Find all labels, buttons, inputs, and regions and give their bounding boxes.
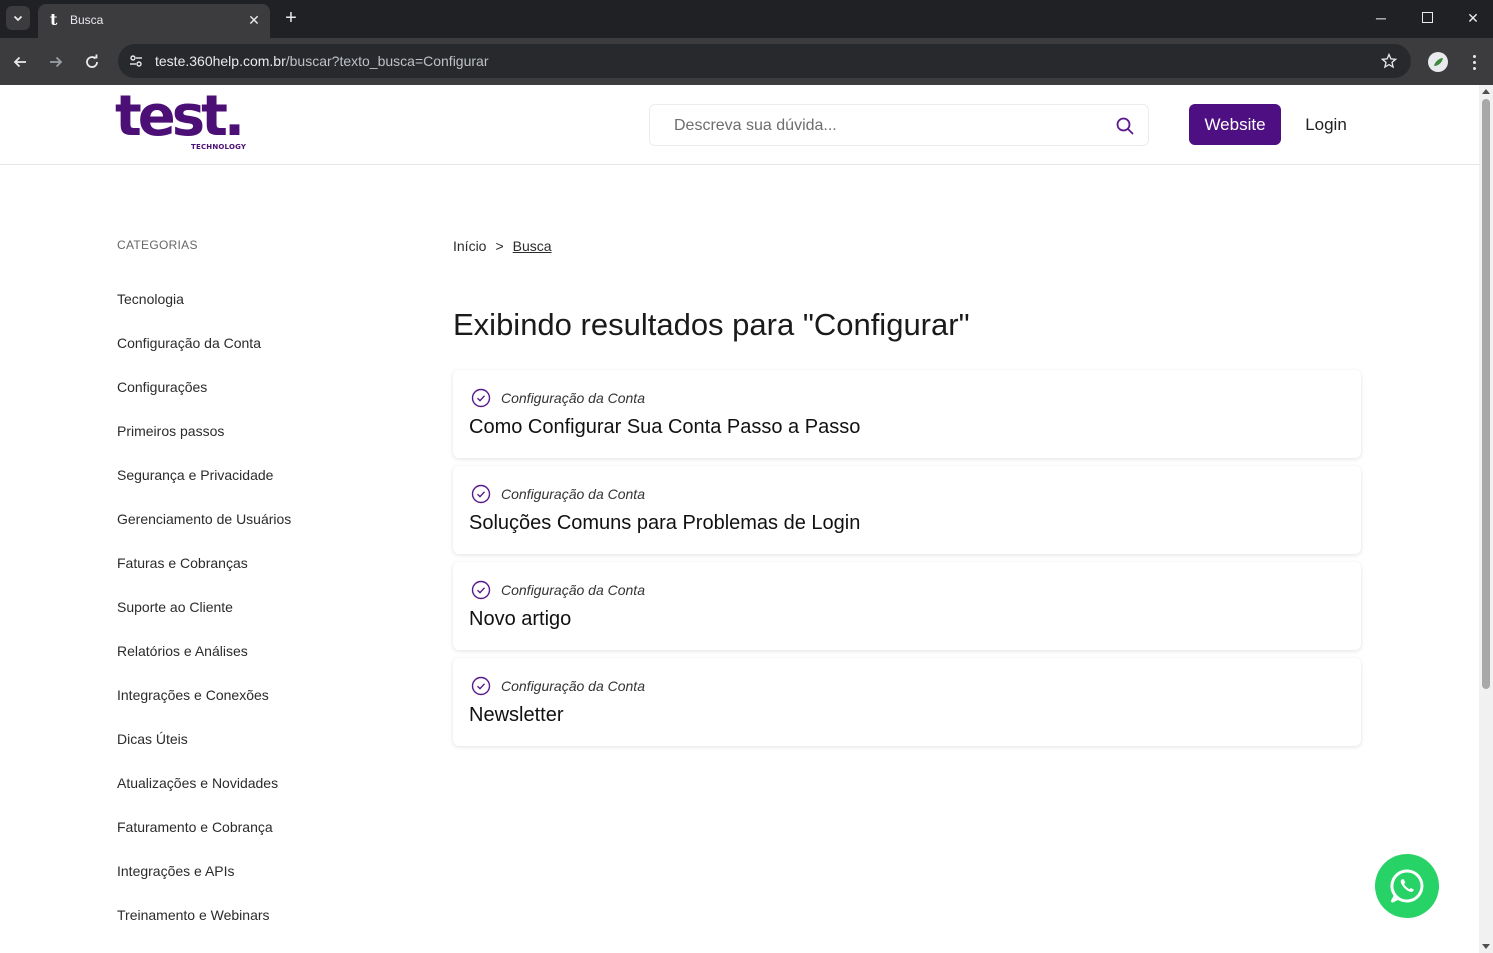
result-title[interactable]: Como Configurar Sua Conta Passo a Passo <box>469 416 860 439</box>
search-box <box>649 104 1149 146</box>
tab-title: Busca <box>70 13 104 27</box>
category-item-tecnologia[interactable]: Tecnologia <box>117 289 291 333</box>
page-content: test. TECHNOLOGY Website Login CATEGORIA… <box>0 85 1479 953</box>
check-circle-icon <box>471 580 491 600</box>
result-category: Configuração da Conta <box>471 484 645 504</box>
page-title: Exibindo resultados para "Configurar" <box>453 307 970 342</box>
close-tab-icon[interactable]: ✕ <box>246 12 262 28</box>
category-item-suporte-ao-cliente[interactable]: Suporte ao Cliente <box>117 597 291 641</box>
categories-sidebar: CATEGORIAS Tecnologia Configuração da Co… <box>117 237 417 923</box>
search-icon[interactable] <box>1114 115 1136 137</box>
tab-search-button[interactable] <box>6 6 30 30</box>
whatsapp-button[interactable] <box>1375 854 1439 918</box>
address-bar[interactable]: teste.360help.com.br/buscar?texto_busca=… <box>118 44 1411 78</box>
category-item-seguranca-e-privacidade[interactable]: Segurança e Privacidade <box>117 465 291 509</box>
category-item-configuracao-da-conta[interactable]: Configuração da Conta <box>117 333 291 377</box>
result-category-label: Configuração da Conta <box>501 390 645 406</box>
search-input[interactable] <box>674 115 1104 137</box>
forward-arrow-icon[interactable] <box>44 50 68 74</box>
result-category-label: Configuração da Conta <box>501 678 645 694</box>
browser-tab[interactable]: t Busca ✕ <box>38 4 270 38</box>
breadcrumb: Início > Busca <box>453 238 552 254</box>
browser-tab-bar: t Busca ✕ + ─ ✕ <box>0 0 1493 38</box>
scrollbar-thumb[interactable] <box>1482 99 1490 689</box>
tab-favicon-icon: t <box>50 10 58 29</box>
check-circle-icon <box>471 676 491 696</box>
category-item-dicas-uteis[interactable]: Dicas Úteis <box>117 729 291 773</box>
bookmark-star-icon[interactable] <box>1379 51 1399 71</box>
site-info-icon[interactable] <box>124 49 148 73</box>
profile-icon <box>1434 58 1443 66</box>
logo-text: test. <box>115 85 245 149</box>
category-item-treinamento-e-webinars[interactable]: Treinamento e Webinars <box>117 905 291 949</box>
category-item-relatorios-e-analises[interactable]: Relatórios e Análises <box>117 641 291 685</box>
result-title[interactable]: Soluções Comuns para Problemas de Login <box>469 512 860 535</box>
maximize-window-icon[interactable] <box>1415 8 1439 28</box>
category-item-atualizacoes-e-novidades[interactable]: Atualizações e Novidades <box>117 773 291 817</box>
page-scrollbar[interactable] <box>1479 85 1493 953</box>
website-button[interactable]: Website <box>1189 104 1281 145</box>
url-text: teste.360help.com.br/buscar?texto_busca=… <box>155 53 488 69</box>
category-item-faturamento-e-cobranca[interactable]: Faturamento e Cobrança <box>117 817 291 861</box>
result-title[interactable]: Newsletter <box>469 704 563 727</box>
result-category: Configuração da Conta <box>471 580 645 600</box>
result-title[interactable]: Novo artigo <box>469 608 571 631</box>
whatsapp-icon <box>1390 869 1424 903</box>
close-window-icon[interactable]: ✕ <box>1461 8 1485 28</box>
categories-list: Tecnologia Configuração da Conta Configu… <box>117 289 291 949</box>
result-category-label: Configuração da Conta <box>501 582 645 598</box>
scroll-up-icon[interactable] <box>1482 89 1490 94</box>
profile-avatar[interactable] <box>1428 52 1448 72</box>
result-category: Configuração da Conta <box>471 388 645 408</box>
chevron-down-icon <box>13 15 23 22</box>
logo-subtext: TECHNOLOGY <box>191 143 247 151</box>
category-item-integracoes-e-apis[interactable]: Integrações e APIs <box>117 861 291 905</box>
minimize-window-icon[interactable]: ─ <box>1369 8 1393 28</box>
reload-icon[interactable] <box>80 50 104 74</box>
scroll-down-icon[interactable] <box>1482 944 1490 949</box>
breadcrumb-home[interactable]: Início <box>453 238 486 254</box>
new-tab-button[interactable]: + <box>280 7 302 29</box>
category-item-primeiros-passos[interactable]: Primeiros passos <box>117 421 291 465</box>
breadcrumb-current[interactable]: Busca <box>513 238 552 254</box>
result-category: Configuração da Conta <box>471 676 645 696</box>
result-card[interactable]: Configuração da Conta Novo artigo <box>453 562 1361 650</box>
category-item-faturas-e-cobrancas[interactable]: Faturas e Cobranças <box>117 553 291 597</box>
category-item-configuracoes[interactable]: Configurações <box>117 377 291 421</box>
categories-title: CATEGORIAS <box>117 238 198 252</box>
category-item-integracoes-e-conexoes[interactable]: Integrações e Conexões <box>117 685 291 729</box>
url-host: teste.360help.com.br <box>155 53 286 69</box>
breadcrumb-separator: > <box>495 238 504 254</box>
result-category-label: Configuração da Conta <box>501 486 645 502</box>
check-circle-icon <box>471 484 491 504</box>
category-item-gerenciamento-de-usuarios[interactable]: Gerenciamento de Usuários <box>117 509 291 553</box>
back-arrow-icon[interactable] <box>8 50 32 74</box>
site-header: test. TECHNOLOGY Website Login <box>0 85 1479 165</box>
site-logo[interactable]: test. TECHNOLOGY <box>115 86 255 154</box>
result-card[interactable]: Configuração da Conta Newsletter <box>453 658 1361 746</box>
check-circle-icon <box>471 388 491 408</box>
result-card[interactable]: Configuração da Conta Como Configurar Su… <box>453 370 1361 458</box>
search-results-list: Configuração da Conta Como Configurar Su… <box>453 370 1361 754</box>
url-path: /buscar?texto_busca=Configurar <box>285 53 489 69</box>
result-card[interactable]: Configuração da Conta Soluções Comuns pa… <box>453 466 1361 554</box>
browser-toolbar: teste.360help.com.br/buscar?texto_busca=… <box>0 38 1493 85</box>
browser-menu-icon[interactable] <box>1465 50 1483 74</box>
login-link[interactable]: Login <box>1296 104 1356 145</box>
